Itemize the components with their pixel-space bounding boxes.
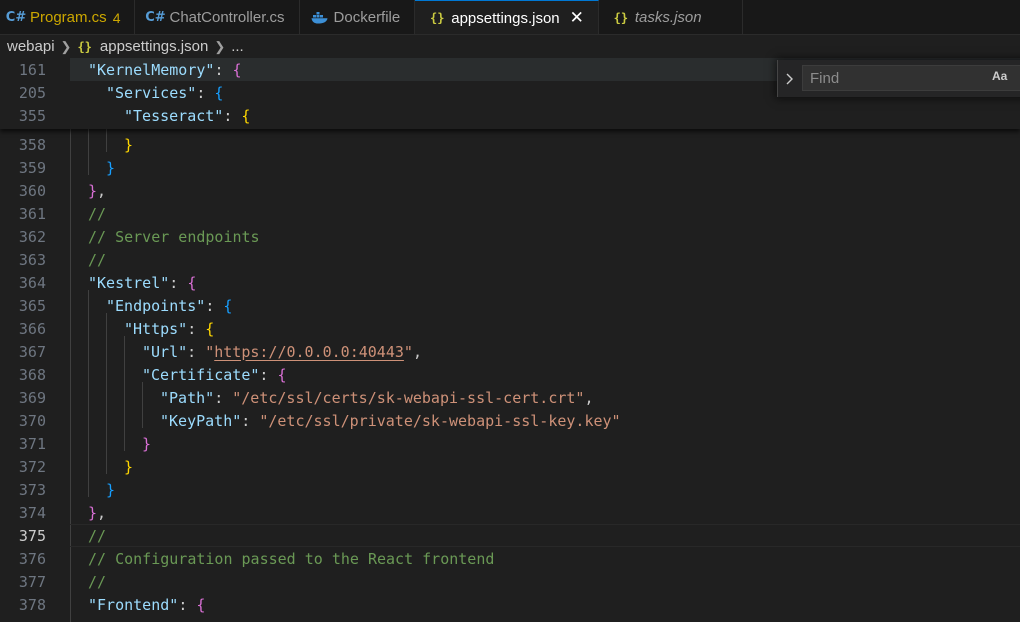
code-line[interactable]: 366 "Https": { [0,317,1020,340]
line-number: 161 [18,60,46,79]
find-widget: Find Aa [777,60,1020,97]
chevron-right-icon[interactable] [778,60,800,97]
json-icon: {} [77,39,92,54]
line-number: 355 [18,106,46,125]
line-number: 374 [18,503,46,522]
code-line[interactable]: 368 "Certificate": { [0,363,1020,386]
code-line[interactable]: 374 }, [0,501,1020,524]
line-number: 370 [18,411,46,430]
tab-program-cs[interactable]: C# Program.cs 4 [0,0,136,34]
code-comment: // [88,250,107,269]
json-key: "KeyPath" [160,411,242,430]
json-key: "Https" [124,319,188,338]
find-placeholder: Find [810,69,840,87]
tab-label: appsettings.json [451,9,560,27]
json-string-value: "/etc/ssl/certs/sk-webapi-ssl-cert.crt" [232,388,585,407]
match-case-toggle[interactable]: Aa [992,69,1007,83]
line-number: 360 [18,181,46,200]
breadcrumb-file[interactable]: appsettings.json [100,38,208,55]
line-number: 368 [18,365,46,384]
line-number: 369 [18,388,46,407]
json-key: "Frontend" [88,595,179,614]
code-line[interactable]: 378 "Frontend": { [0,593,1020,616]
find-input[interactable]: Find [802,65,1020,91]
code-line[interactable]: 369 "Path": "/etc/ssl/certs/sk-webapi-ss… [0,386,1020,409]
chevron-right-icon: ❯ [214,38,226,54]
line-number: 362 [18,227,46,246]
docker-icon [310,11,330,24]
line-number: 205 [18,83,46,102]
line-number: 358 [18,135,46,154]
line-number: 361 [18,204,46,223]
problem-count-badge: 4 [112,9,121,26]
json-icon: {} [430,11,445,25]
line-number: 367 [18,342,46,361]
sticky-line[interactable]: 355 "Tesseract": { [0,104,1020,127]
line-number: 376 [18,549,46,568]
code-comment: // Configuration passed to the React fro… [88,549,495,568]
json-key: "Endpoints" [106,296,206,315]
json-icon: {} [613,10,629,25]
editor-tab-bar: C# Program.cs 4 C# ChatController.cs Doc… [0,0,1020,35]
tab-label: Program.cs [30,9,107,26]
json-key: "Services" [106,83,197,102]
csharp-icon: C# [145,10,166,25]
tab-appsettings-json[interactable]: {} appsettings.json ✕ [415,0,599,34]
line-number: 373 [18,480,46,499]
json-key: "Certificate" [142,365,260,384]
code-line[interactable]: 377 // [0,570,1020,593]
breadcrumb-symbol[interactable]: ... [231,38,244,55]
code-comment: // [88,526,107,545]
code-line[interactable]: 360 }, [0,179,1020,202]
tab-label: tasks.json [634,9,702,26]
code-line[interactable]: 362 // Server endpoints [0,225,1020,248]
json-key: "Url" [142,342,188,361]
code-line[interactable]: 361 // [0,202,1020,225]
line-number: 365 [18,296,46,315]
code-line[interactable]: 367 "Url": "https://0.0.0.0:40443", [0,340,1020,363]
csharp-icon: C# [5,10,27,25]
line-number: 378 [18,595,46,614]
url-link[interactable]: https://0.0.0.0:40443 [214,343,404,361]
chevron-right-icon: ❯ [60,38,72,54]
code-line[interactable]: 373 } [0,478,1020,501]
code-line[interactable]: 370 "KeyPath": "/etc/ssl/private/sk-weba… [0,409,1020,432]
json-key: "KernelMemory" [88,60,215,79]
tab-label: ChatController.cs [169,9,285,26]
code-line[interactable]: 358 } [0,133,1020,156]
code-line[interactable]: 359 } [0,156,1020,179]
json-key: "Tesseract" [124,106,224,125]
json-string-value: "/etc/ssl/private/sk-webapi-ssl-key.key" [259,411,621,430]
close-icon[interactable]: ✕ [570,8,584,28]
code-line[interactable]: 372 } [0,455,1020,478]
line-number: 377 [18,572,46,591]
code-line[interactable]: 376 // Configuration passed to the React… [0,547,1020,570]
code-line[interactable]: 364 "Kestrel": { [0,271,1020,294]
line-number: 363 [18,250,46,269]
line-number: 366 [18,319,46,338]
line-number: 359 [18,158,46,177]
tab-dockerfile[interactable]: Dockerfile [299,0,416,34]
line-number: 375 [18,526,46,545]
json-key: "Kestrel" [88,273,170,292]
code-line-current[interactable]: 375 // [0,524,1020,547]
json-key: "Path" [160,388,215,407]
line-number: 364 [18,273,46,292]
line-number: 371 [18,434,46,453]
tab-label: Dockerfile [333,9,401,26]
code-comment: // [88,204,107,223]
tab-tasks-json[interactable]: {} tasks.json [598,0,743,34]
breadcrumb-folder[interactable]: webapi [7,38,55,55]
code-line[interactable]: 371 } [0,432,1020,455]
breadcrumb: webapi ❯ {} appsettings.json ❯ ... [0,35,1020,58]
code-comment: // Server endpoints [88,227,260,246]
code-comment: // [88,572,107,591]
code-line[interactable]: 363 // [0,248,1020,271]
code-line[interactable]: 365 "Endpoints": { [0,294,1020,317]
tab-chatcontroller-cs[interactable]: C# ChatController.cs [135,0,300,34]
line-number: 372 [18,457,46,476]
code-editor[interactable]: 161 "KernelMemory": { 205 "Services": { … [0,58,1020,622]
